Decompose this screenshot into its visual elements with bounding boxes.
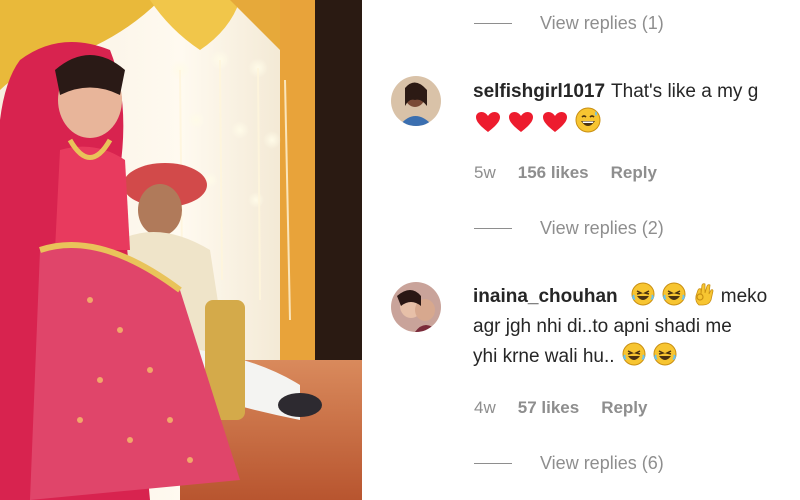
red-heart-icon	[475, 111, 501, 133]
comment-meta-2: 4w 57 likes Reply	[474, 398, 647, 418]
post-photo[interactable]	[0, 0, 362, 500]
view-replies-button-2[interactable]: View replies (6)	[474, 452, 664, 474]
avatar-photo	[391, 282, 441, 332]
view-replies-button-1[interactable]: View replies (2)	[474, 217, 664, 239]
comment-text: That's like a my g	[611, 81, 759, 102]
avatar-selfishgirl1017[interactable]	[391, 76, 441, 126]
rolling-laughing-face-icon	[631, 282, 655, 306]
comment-time: 4w	[474, 398, 496, 417]
divider-line	[474, 462, 512, 464]
rolling-laughing-face-icon	[662, 282, 686, 306]
comment-text-line2: agr jgh nhi di..to apni shadi me	[473, 316, 732, 337]
comment-likes[interactable]: 57 likes	[518, 398, 579, 418]
comment-body-1: selfishgirl1017 That's like a my g	[473, 77, 800, 137]
comment-text-line1: meko	[720, 286, 768, 307]
red-heart-icon	[508, 111, 534, 133]
comment-body-2: inaina_chouhan meko agr jgh nhi di..to a…	[473, 282, 800, 372]
rolling-laughing-face-icon	[622, 342, 646, 366]
ok-hand-icon	[693, 282, 715, 306]
comments-panel: View replies (1) selfishgirl1017 That's l…	[362, 0, 800, 500]
comment-username[interactable]: inaina_chouhan	[473, 286, 618, 307]
grinning-sweat-face-icon	[575, 107, 601, 133]
avatar-photo	[391, 76, 441, 126]
comment-time: 5w	[474, 163, 496, 182]
view-replies-label: View replies	[540, 12, 637, 33]
divider-line	[474, 227, 512, 229]
reply-button[interactable]: Reply	[611, 163, 657, 183]
view-replies-button-top[interactable]: View replies (1)	[474, 12, 664, 34]
avatar-inaina_chouhan[interactable]	[391, 282, 441, 332]
comment-emoji-row	[473, 107, 800, 137]
comment-text-line3: yhi krne wali hu..	[473, 346, 615, 367]
view-replies-count: (1)	[641, 12, 664, 33]
comment-meta-1: 5w 156 likes Reply	[474, 163, 657, 183]
comment-likes[interactable]: 156 likes	[518, 163, 589, 183]
rolling-laughing-face-icon	[653, 342, 677, 366]
wedding-photo-illustration	[0, 0, 362, 500]
view-replies-label: View replies	[540, 217, 637, 238]
reply-button[interactable]: Reply	[601, 398, 647, 418]
view-replies-count: (6)	[641, 452, 664, 473]
red-heart-icon	[542, 111, 568, 133]
view-replies-label: View replies	[540, 452, 637, 473]
comment-username[interactable]: selfishgirl1017	[473, 81, 605, 102]
view-replies-count: (2)	[641, 217, 664, 238]
divider-line	[474, 22, 512, 24]
